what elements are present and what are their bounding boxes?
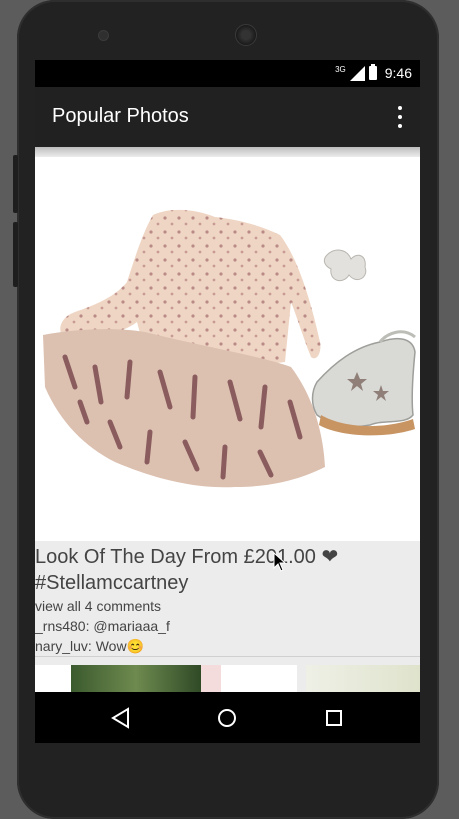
status-bar: 3G 9:46 <box>35 60 420 87</box>
more-vert-icon[interactable] <box>394 106 406 128</box>
navigation-bar <box>35 692 420 743</box>
side-button <box>13 222 18 287</box>
front-camera <box>98 30 109 41</box>
plant-thumb <box>71 665 201 692</box>
status-time: 9:46 <box>384 65 412 81</box>
home-circle-icon[interactable] <box>214 705 240 731</box>
dress-and-shoes-image <box>43 209 416 488</box>
side-button <box>13 155 18 213</box>
recents-square-icon[interactable] <box>321 705 347 731</box>
mouse-cursor-icon <box>273 552 287 572</box>
post-photo[interactable] <box>35 157 420 541</box>
app-bar: Popular Photos <box>35 87 420 147</box>
thumb-bg <box>35 665 71 692</box>
light-thumb <box>306 665 420 692</box>
signal-icon <box>349 65 365 81</box>
speaker-grille <box>235 24 257 46</box>
comment-item: _rns480: @mariaaa_f <box>35 618 170 634</box>
photo-feed[interactable]: Look Of The Day From £201.00 ❤ #Stellamc… <box>35 147 420 692</box>
back-triangle-icon[interactable] <box>108 705 134 731</box>
feed-divider <box>35 656 420 657</box>
next-post-preview[interactable] <box>35 665 420 692</box>
white-thumb <box>221 665 297 692</box>
appbar-shadow <box>35 147 420 157</box>
device-screen: 3G 9:46 Popular Photos Look Of The Day F… <box>35 60 420 743</box>
app-title: Popular Photos <box>52 105 189 127</box>
view-comments-link[interactable]: view all 4 comments <box>35 598 161 614</box>
comment-item: nary_luv: Wow😊 <box>35 638 144 654</box>
battery-icon <box>368 64 377 80</box>
pink-thumb <box>201 665 221 692</box>
network-type: 3G <box>335 64 346 74</box>
post-caption: Look Of The Day From £201.00 ❤ #Stellamc… <box>35 546 339 594</box>
